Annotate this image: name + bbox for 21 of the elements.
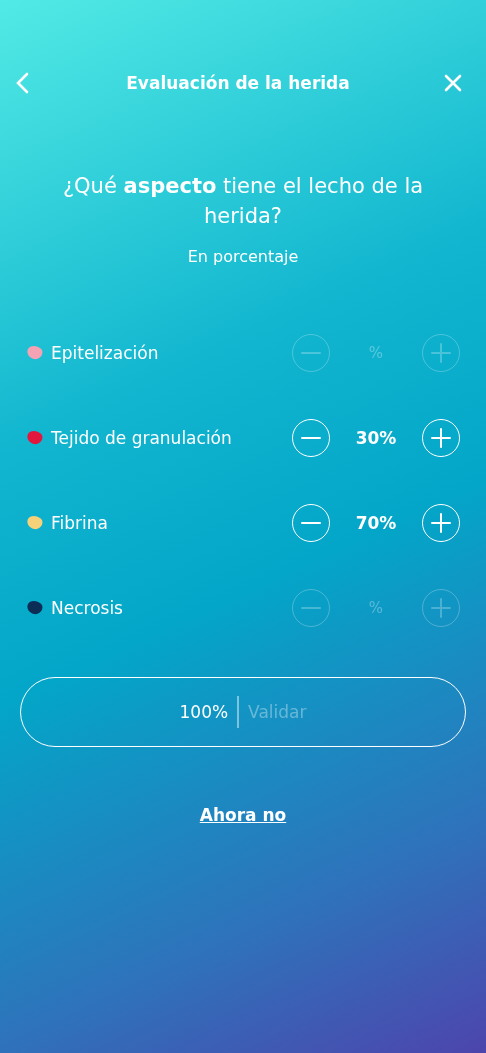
minus-icon xyxy=(301,351,321,355)
tissue-name: Necrosis xyxy=(51,598,124,618)
percentage-value: % xyxy=(367,599,385,617)
tissue-name: Tejido de granulación xyxy=(51,428,233,448)
tissue-name: Fibrina xyxy=(51,513,109,533)
percentage-value: 70% xyxy=(354,513,398,533)
plus-icon xyxy=(431,513,451,533)
close-icon xyxy=(444,74,462,92)
plus-icon xyxy=(431,598,451,618)
percentage-value: % xyxy=(367,344,385,362)
minus-icon xyxy=(301,436,321,440)
minus-icon xyxy=(301,606,321,610)
skip-link[interactable]: Ahora no xyxy=(199,805,287,825)
plus-icon xyxy=(431,428,451,448)
percentage-value: 30% xyxy=(354,428,398,448)
question-text: ¿Qué aspecto tiene el lecho de la herida? xyxy=(61,173,425,230)
subtitle: En porcentaje xyxy=(187,247,299,266)
plus-icon xyxy=(431,343,451,363)
minus-icon xyxy=(301,521,321,525)
tissue-name: Epitelización xyxy=(51,343,160,363)
screen-title: Evaluación de la herida xyxy=(126,73,350,93)
